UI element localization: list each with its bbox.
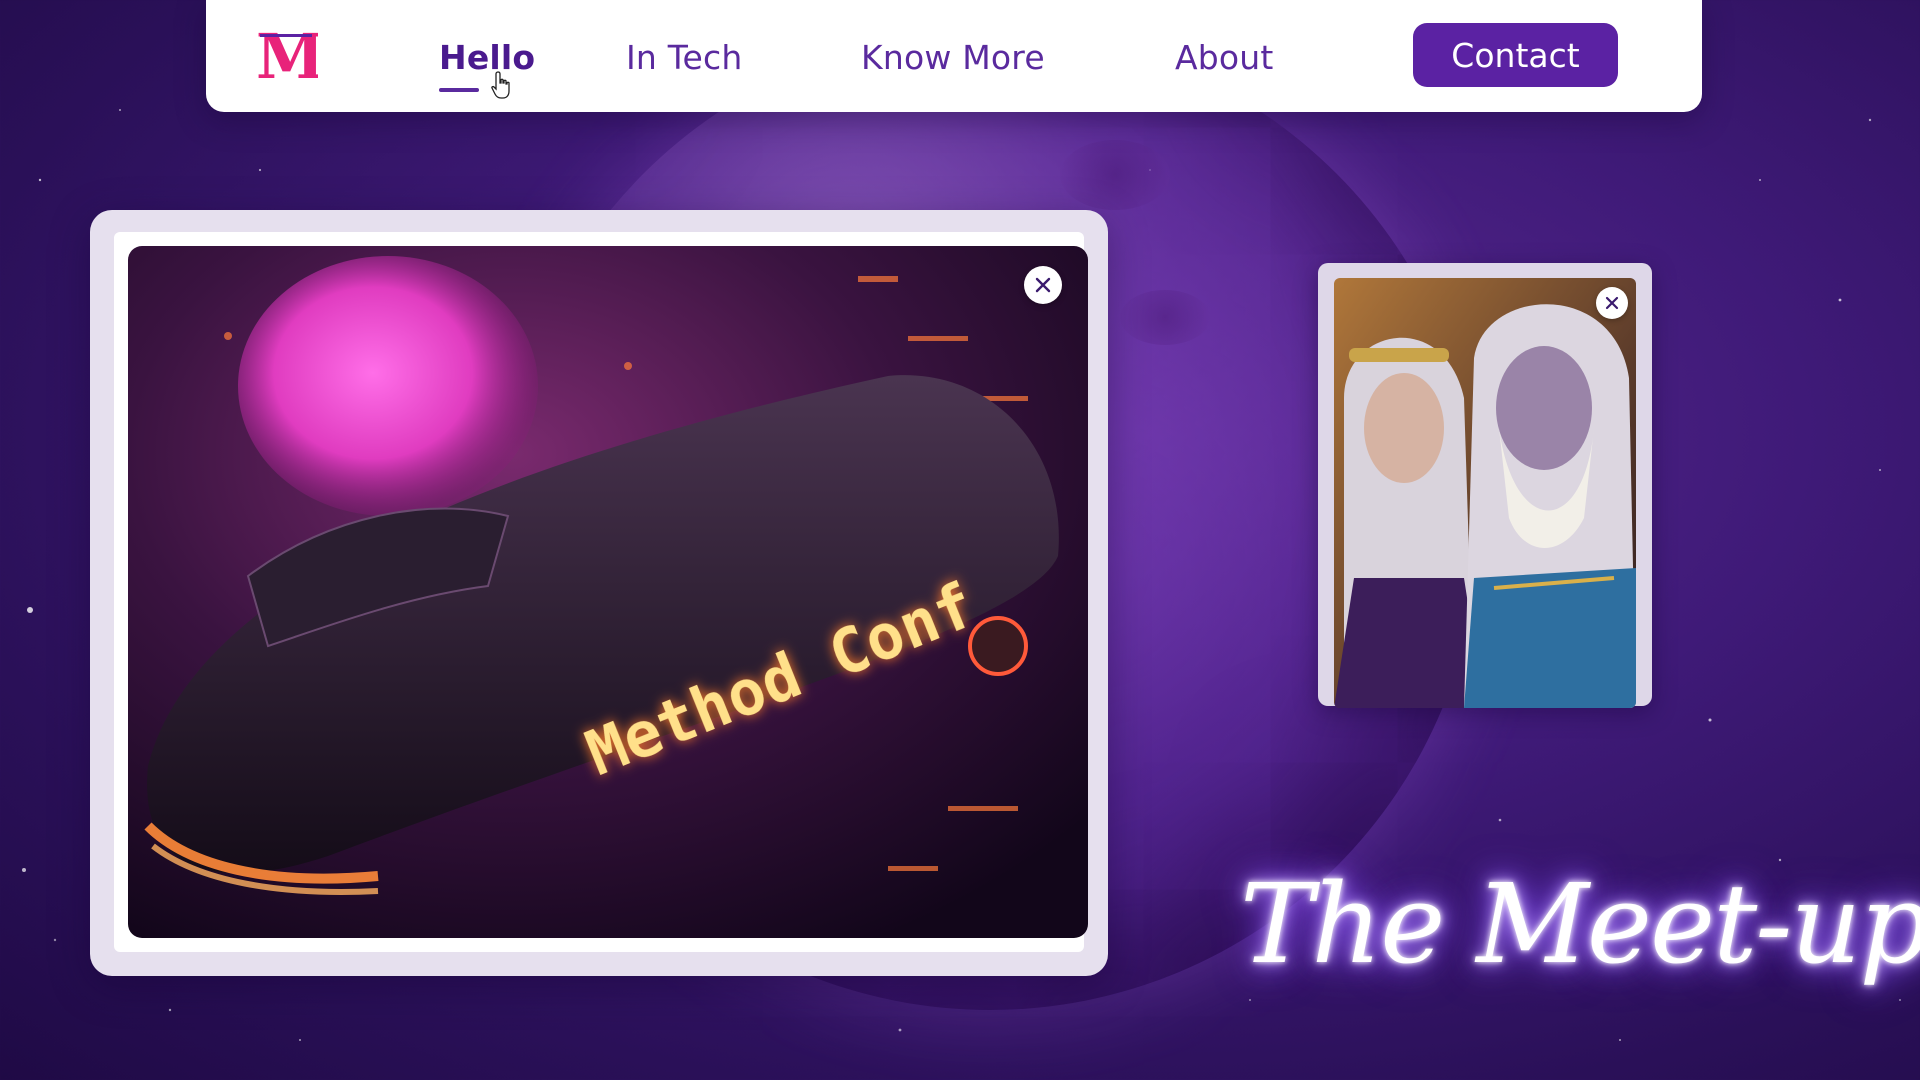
close-button-small[interactable] — [1596, 287, 1628, 319]
nav-link-label: About — [1175, 38, 1274, 77]
nav-link-about[interactable]: About — [1175, 38, 1274, 77]
svg-text:M: M — [256, 24, 318, 84]
contact-button[interactable]: Contact — [1413, 23, 1618, 87]
logo-m-icon[interactable]: M — [254, 24, 318, 84]
image-card-small — [1318, 263, 1652, 708]
close-button-large[interactable] — [1024, 266, 1062, 304]
hand-cursor-icon — [491, 71, 510, 99]
nav-link-know-more[interactable]: Know More — [861, 38, 1045, 77]
nav-link-label: Hello — [439, 38, 536, 77]
nav-link-hello[interactable]: Hello — [439, 38, 536, 92]
headline-neon-text: The Meet-up — [1240, 860, 1920, 988]
close-icon — [1035, 277, 1051, 293]
active-indicator — [439, 88, 479, 92]
image-card-large: Method Conf — [90, 210, 1108, 976]
top-navbar: M Hello In Tech Know More About Contact — [206, 0, 1702, 112]
close-icon — [1605, 296, 1619, 310]
contact-button-label: Contact — [1451, 35, 1580, 75]
spaceship-image: Method Conf — [128, 246, 1088, 938]
nav-link-label: Know More — [861, 38, 1045, 77]
nav-link-label: In Tech — [626, 38, 743, 77]
nav-link-in-tech[interactable]: In Tech — [626, 38, 742, 77]
elves-portrait-image — [1334, 278, 1636, 708]
